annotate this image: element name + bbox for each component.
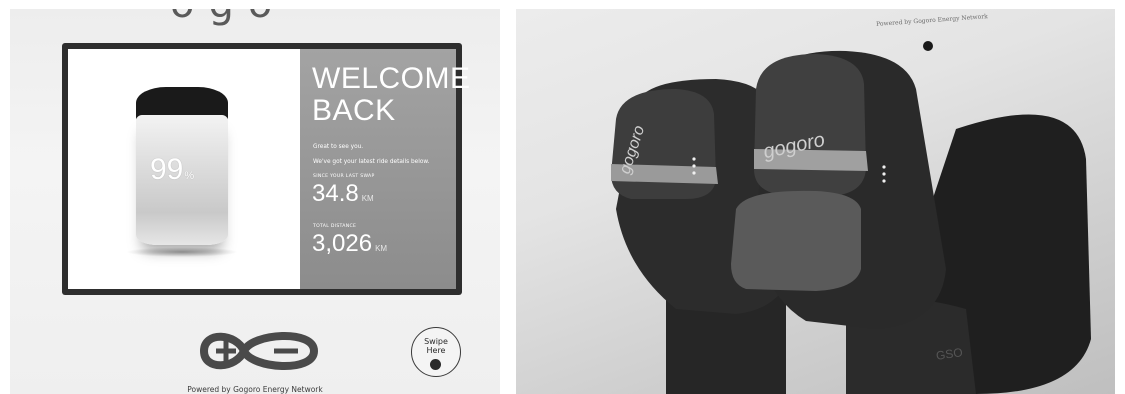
total-distance: 3,026 KM bbox=[312, 230, 387, 258]
total-distance-label: TOTAL DISTANCE bbox=[313, 224, 357, 229]
battery-right-lower-face bbox=[731, 190, 861, 291]
since-last-swap-value: 34.8 bbox=[312, 180, 359, 207]
swipe-dot-icon bbox=[430, 359, 441, 370]
since-last-swap-label: SINCE YOUR LAST SWAP bbox=[313, 174, 375, 179]
since-last-swap: 34.8 KM bbox=[312, 180, 374, 208]
subtext: We've got your latest ride details below… bbox=[313, 159, 430, 165]
swipe-here-button[interactable]: Swipe Here bbox=[411, 327, 461, 377]
powered-by-text: Powered by Gogoro Energy Network bbox=[187, 385, 323, 394]
battery-slots-photo: Powered by Gogoro Energy Network gogoro … bbox=[516, 9, 1115, 394]
brand-fragment: ogo bbox=[170, 9, 286, 27]
ride-details-panel: WELCOME BACK Great to see you. We've got… bbox=[300, 49, 471, 289]
total-distance-unit: KM bbox=[375, 244, 388, 253]
gogoro-energy-network-logo bbox=[200, 331, 318, 371]
since-last-swap-unit: KM bbox=[361, 194, 374, 203]
kiosk-screen: 99% WELCOME BACK Great to see you. We've… bbox=[62, 43, 471, 295]
total-distance-value: 3,026 bbox=[312, 230, 373, 257]
wall-sensor-dot bbox=[923, 41, 933, 51]
welcome-title: WELCOME BACK bbox=[312, 62, 471, 127]
photo-illustration bbox=[611, 41, 1091, 394]
battery-icon: 99% bbox=[136, 87, 228, 245]
swipe-label-line2: Here bbox=[426, 346, 446, 355]
battery-level-unit: % bbox=[184, 170, 195, 182]
swipe-label: Swipe Here bbox=[412, 337, 460, 355]
swipe-label-line1: Swipe bbox=[424, 337, 448, 346]
kiosk-panel: ogo 99% WELCOME BACK Great to see you. W… bbox=[10, 9, 500, 394]
greeting-text: Great to see you. bbox=[313, 144, 364, 150]
battery-area: 99% bbox=[68, 49, 300, 289]
battery-level: 99% bbox=[150, 153, 194, 187]
battery-shadow bbox=[126, 247, 238, 257]
battery-level-value: 99 bbox=[150, 153, 184, 186]
battery-right-face bbox=[754, 54, 866, 196]
